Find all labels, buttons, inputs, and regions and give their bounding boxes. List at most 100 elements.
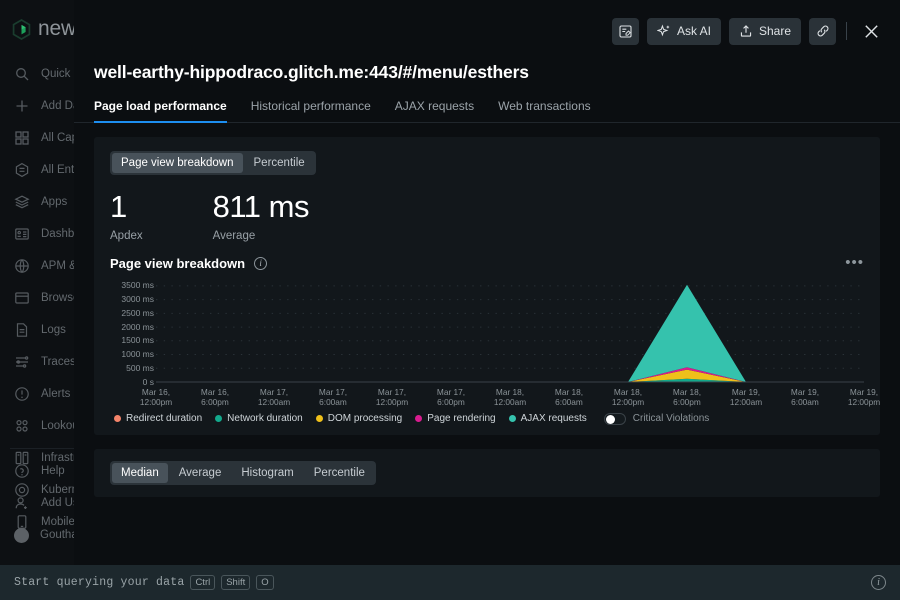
chart-x-tick-label: Mar 17, 6:00am bbox=[318, 386, 348, 407]
query-bar-text: Start querying your data bbox=[14, 576, 185, 589]
legend-item-page-rendering[interactable]: Page rendering bbox=[415, 413, 496, 425]
sidebar-item-label: Traces bbox=[41, 356, 76, 368]
close-modal-button[interactable] bbox=[858, 18, 884, 44]
ask-ai-label: Ask AI bbox=[676, 24, 711, 38]
chart-x-tick-label: Mar 18, 12:00am bbox=[493, 386, 527, 407]
legend-color-swatch bbox=[215, 415, 223, 423]
header-divider bbox=[846, 22, 847, 40]
chart-y-tick-label: 3500 ms bbox=[121, 280, 154, 291]
help-circle-icon bbox=[15, 464, 29, 478]
hexagon-list-icon bbox=[15, 162, 29, 178]
sidebar-item-label: Apps bbox=[41, 196, 68, 208]
chart-x-tick-label: Mar 17, 12:00pm bbox=[375, 386, 409, 407]
chart-y-tick-label: 2500 ms bbox=[121, 307, 154, 318]
chart-y-axis: 0 s 500 ms 1000 ms 1500 ms 2000 ms 2500 ms 300… bbox=[110, 279, 154, 386]
metric-average: 811 ms Average bbox=[212, 189, 310, 242]
chart-y-tick-label: 2000 ms bbox=[121, 321, 154, 332]
legend-item-dom-processing[interactable]: DOM processing bbox=[315, 413, 402, 424]
chart-area-page-rendering bbox=[156, 366, 864, 382]
aggregation-card: Median Average Histogram Percentile bbox=[94, 448, 880, 497]
chart-x-tick-label: Mar 17, 6:00pm bbox=[436, 386, 466, 407]
segment-average[interactable]: Average bbox=[170, 463, 231, 483]
toggle-knob bbox=[605, 414, 615, 424]
segment-percentile[interactable]: Percentile bbox=[305, 463, 374, 483]
page-view-breakdown-card: Page view breakdown Percentile 1 Apdex 8… bbox=[94, 137, 880, 435]
note-edit-icon bbox=[619, 24, 632, 38]
segment-median[interactable]: Median bbox=[112, 462, 168, 483]
chart-x-tick-label: Mar 19, 12:00pm bbox=[847, 386, 881, 407]
tab-historical-performance[interactable]: Historical performance bbox=[239, 99, 383, 122]
grid-icon bbox=[15, 131, 29, 145]
segment-page-view-breakdown[interactable]: Page view breakdown bbox=[112, 153, 243, 173]
copy-link-button[interactable] bbox=[809, 17, 836, 45]
chart-y-tick-label: 3000 ms bbox=[121, 294, 154, 305]
close-icon bbox=[864, 24, 878, 38]
critical-violations-toggle-group: Critical Violations bbox=[603, 412, 710, 425]
chart-plot-area[interactable] bbox=[156, 279, 864, 383]
share-upload-icon bbox=[740, 25, 752, 37]
user-avatar-icon bbox=[14, 527, 29, 543]
alert-circle-icon bbox=[15, 387, 29, 401]
chart-x-tick-label: Mar 16, 6:00pm bbox=[200, 386, 230, 407]
legend-item-ajax-requests[interactable]: AJAX requests bbox=[508, 413, 587, 425]
segment-histogram[interactable]: Histogram bbox=[232, 463, 302, 483]
more-options-icon[interactable]: ••• bbox=[845, 255, 864, 270]
chart-y-tick-label: 0 s bbox=[142, 376, 154, 387]
add-user-icon bbox=[15, 497, 27, 509]
modal-header-actions: Ask AI Share bbox=[74, 0, 900, 62]
summary-metrics: 1 Apdex 811 ms Average bbox=[110, 189, 864, 242]
legend-item-network-duration[interactable]: Network duration bbox=[215, 413, 303, 424]
metric-label: Average bbox=[212, 229, 256, 242]
segment-percentile[interactable]: Percentile bbox=[245, 153, 314, 173]
chart-gridlines bbox=[156, 284, 864, 383]
chart-legend: Redirect duration Network duration DOM p… bbox=[110, 412, 864, 425]
legend-label: AJAX requests bbox=[520, 413, 587, 425]
document-icon bbox=[16, 323, 28, 337]
info-icon[interactable]: i bbox=[254, 256, 268, 270]
info-icon[interactable]: i bbox=[871, 575, 886, 590]
legend-label: Page rendering bbox=[427, 413, 496, 425]
share-button[interactable]: Share bbox=[728, 17, 801, 45]
critical-violations-toggle[interactable] bbox=[603, 412, 626, 425]
critical-violations-label: Critical Violations bbox=[632, 413, 710, 425]
sidebar-item-label: Logs bbox=[41, 324, 66, 336]
chart-svg bbox=[156, 284, 864, 383]
chart-y-tick-label: 1000 ms bbox=[121, 349, 154, 360]
metric-value: 811 ms bbox=[212, 189, 310, 224]
lookout-dots-icon bbox=[16, 419, 28, 432]
chart-title: Page view breakdown bbox=[110, 255, 246, 271]
kbd-o: O bbox=[256, 575, 274, 590]
legend-color-swatch bbox=[114, 415, 121, 423]
tab-ajax-requests[interactable]: AJAX requests bbox=[383, 99, 486, 122]
dashboard-icon bbox=[15, 228, 29, 240]
globe-icon bbox=[15, 259, 29, 274]
page-view-breakdown-chart: 0 s 500 ms 1000 ms 1500 ms 2000 ms 2500 ms 300… bbox=[110, 279, 880, 407]
legend-label: Redirect duration bbox=[126, 413, 203, 425]
aggregation-segmented-control: Median Average Histogram Percentile bbox=[110, 460, 376, 485]
ask-ai-button[interactable]: Ask AI bbox=[646, 17, 721, 45]
tab-web-transactions[interactable]: Web transactions bbox=[486, 99, 603, 122]
chart-x-tick-label: Mar 18, 6:00am bbox=[554, 386, 584, 407]
chart-x-tick-label: Mar 19, 6:00am bbox=[790, 386, 820, 407]
new-relic-cube-icon bbox=[12, 18, 31, 40]
sparkle-icon bbox=[656, 24, 670, 37]
legend-label: Network duration bbox=[227, 413, 303, 425]
new-relic-wordmark: new bbox=[38, 17, 76, 40]
annotate-button[interactable] bbox=[611, 17, 639, 45]
layers-icon bbox=[14, 195, 30, 209]
kbd-shift: Shift bbox=[221, 575, 251, 590]
legend-color-swatch bbox=[415, 415, 423, 423]
traces-icon bbox=[16, 356, 29, 368]
page-detail-modal: Ask AI Share well-earthy-hippodraco.glit… bbox=[74, 0, 900, 565]
metric-value: 1 bbox=[110, 189, 127, 224]
chart-section-header: Page view breakdown i ••• bbox=[110, 255, 864, 271]
link-icon bbox=[817, 25, 828, 37]
tab-page-load-performance[interactable]: Page load performance bbox=[94, 99, 239, 123]
query-bar[interactable]: Start querying your data Ctrl Shift O i bbox=[0, 565, 900, 600]
chart-x-tick-label: Mar 19, 12:00am bbox=[729, 386, 763, 407]
sidebar-item-label: Help bbox=[41, 465, 65, 477]
chart-y-tick-label: 500 ms bbox=[126, 362, 154, 373]
chart-x-tick-label: Mar 18, 12:00pm bbox=[611, 386, 645, 407]
legend-item-redirect-duration[interactable]: Redirect duration bbox=[114, 413, 202, 424]
tab-bar: Page load performance Historical perform… bbox=[74, 99, 900, 123]
